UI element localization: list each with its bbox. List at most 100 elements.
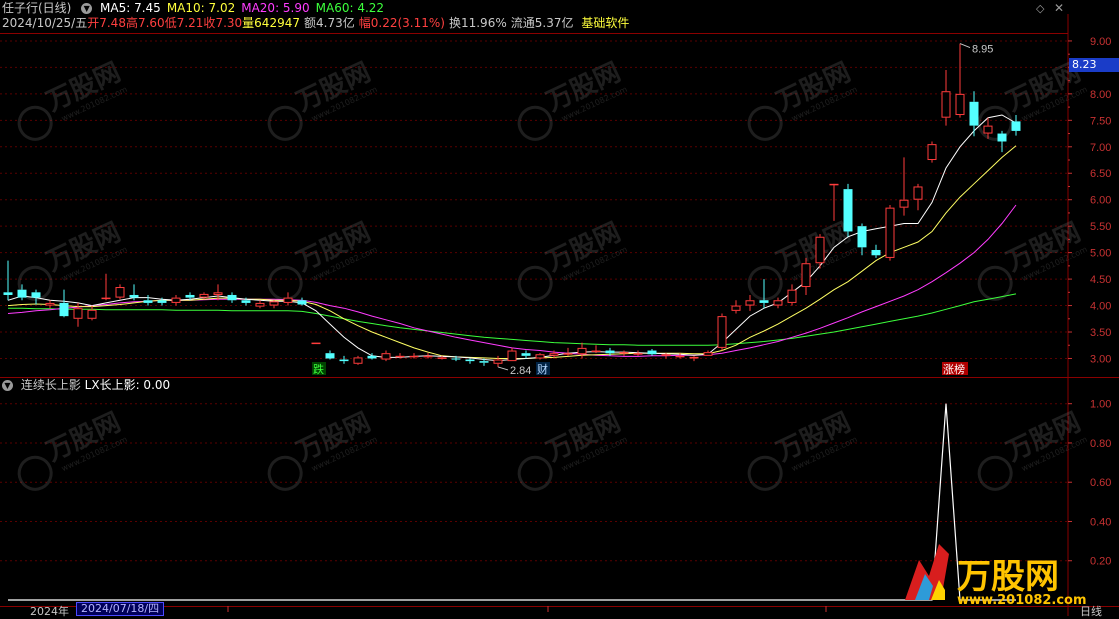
- watermark: 万股网www.201082.com: [17, 217, 129, 301]
- price-tick-label: 6.50: [1090, 168, 1111, 180]
- brand-name: 万股网: [957, 557, 1059, 597]
- watermark: 万股网www.201082.com: [17, 407, 129, 491]
- candle-body-up: [689, 356, 699, 359]
- candle-body-up: [73, 308, 83, 319]
- candle: [227, 292, 237, 303]
- candle-body-up: [199, 293, 209, 298]
- candle: [381, 350, 391, 362]
- candle-body-up: [101, 297, 111, 300]
- candle-body-down: [521, 353, 531, 356]
- candle: [1011, 115, 1021, 136]
- watermark-layer: 万股网www.201082.com 万股网www.201082.com 万股网www…: [17, 57, 1089, 491]
- candle-body-up: [395, 355, 405, 358]
- price-tick-label: 8.00: [1090, 89, 1111, 101]
- watermark: 万股网www.201082.com: [17, 57, 129, 141]
- candle-body-down: [969, 101, 979, 126]
- candle-body-down: [605, 350, 615, 354]
- brand-logo-group: 万股网www.201082.com: [905, 544, 1087, 608]
- candle: [885, 205, 895, 261]
- watermark: 万股网www.201082.com: [517, 217, 629, 301]
- candle: [787, 284, 797, 306]
- candle-body-up: [87, 309, 97, 319]
- watermark: 万股网www.201082.com: [747, 407, 859, 491]
- candle-body-up: [717, 316, 727, 348]
- bottom-date-label: 2024/07/18/四: [76, 602, 165, 616]
- price-tick-label: 4.50: [1090, 274, 1111, 286]
- candle-body-up: [563, 353, 573, 355]
- candle: [563, 347, 573, 356]
- candle: [997, 130, 1007, 153]
- price-tick-label: 3.50: [1090, 327, 1111, 339]
- current-price-box: 8.23: [1069, 58, 1119, 72]
- candle: [577, 342, 587, 359]
- candle-body-up: [955, 93, 965, 116]
- event-marker-text: 财: [537, 362, 548, 376]
- price-tick-label: 7.00: [1090, 142, 1111, 154]
- indicator-tick-label: 0.40: [1090, 516, 1111, 528]
- candle: [507, 347, 517, 362]
- candle-body-up: [703, 352, 713, 356]
- candle-body-up: [675, 355, 685, 358]
- candle: [171, 294, 181, 306]
- candle-body-up: [535, 354, 545, 359]
- kline-chart[interactable]: 万股网www.201082.com 万股网www.201082.com 万股网www…: [0, 0, 1119, 616]
- candle: [857, 223, 867, 256]
- candle-body-up: [731, 305, 741, 311]
- candle-body-down: [143, 300, 153, 303]
- indicator-tick-label: 0.80: [1090, 438, 1111, 450]
- candle: [465, 358, 475, 364]
- candle-body-up: [255, 302, 265, 307]
- candle: [493, 355, 503, 367]
- candle-body-down: [367, 355, 377, 359]
- candle-body-down: [871, 249, 881, 256]
- candle-body-down: [227, 294, 237, 301]
- candle: [633, 350, 643, 356]
- candle: [59, 289, 69, 318]
- candle-body-down: [1011, 121, 1021, 131]
- candle: [339, 355, 349, 364]
- candle: [731, 300, 741, 314]
- candle-body-down: [17, 289, 27, 298]
- candle-body-down: [759, 300, 769, 303]
- candle-body-down: [3, 292, 13, 295]
- price-tick-label: 5.00: [1090, 248, 1111, 260]
- indicator-tick-label: 0.60: [1090, 477, 1111, 489]
- candle-body-up: [549, 353, 559, 356]
- event-marker[interactable]: 涨榜: [942, 362, 968, 376]
- candle-body-up: [661, 354, 671, 356]
- candle: [843, 183, 853, 237]
- candle-body-down: [339, 359, 349, 362]
- candle-body-up: [885, 207, 895, 258]
- candle: [829, 183, 839, 221]
- event-marker[interactable]: 跌: [312, 362, 326, 376]
- candle-body-up: [437, 357, 447, 359]
- candle: [759, 279, 769, 309]
- watermark: 万股网www.201082.com: [267, 407, 379, 491]
- candle: [311, 342, 321, 345]
- candle: [871, 244, 881, 258]
- price-tick-label: 6.00: [1090, 195, 1111, 207]
- candle-body-up: [283, 297, 293, 303]
- watermark: 万股网www.201082.com: [267, 57, 379, 141]
- candle: [535, 353, 545, 360]
- candle: [283, 292, 293, 306]
- candle-body-up: [213, 292, 223, 295]
- watermark: 万股网www.201082.com: [747, 217, 859, 301]
- price-tick-label: 4.00: [1090, 301, 1111, 313]
- bottom-left-year: 2024年: [30, 605, 69, 618]
- bottom-right-label[interactable]: 日线: [1080, 603, 1102, 619]
- candle-body-up: [591, 350, 601, 353]
- candle-body-up: [745, 300, 755, 306]
- event-marker-text: 涨榜: [943, 362, 965, 376]
- candle-body-down: [479, 361, 489, 363]
- candle: [255, 300, 265, 309]
- watermark: 万股网www.201082.com: [747, 57, 859, 141]
- indicator-tick-label: 0.20: [1090, 556, 1111, 568]
- candle: [745, 294, 755, 311]
- candle: [353, 355, 363, 365]
- candle-body-up: [353, 357, 363, 364]
- candle: [297, 297, 307, 306]
- event-marker[interactable]: 财: [536, 362, 550, 376]
- price-tick-label: 7.50: [1090, 115, 1111, 127]
- brand-logo: 万股网www.201082.com: [905, 544, 1087, 608]
